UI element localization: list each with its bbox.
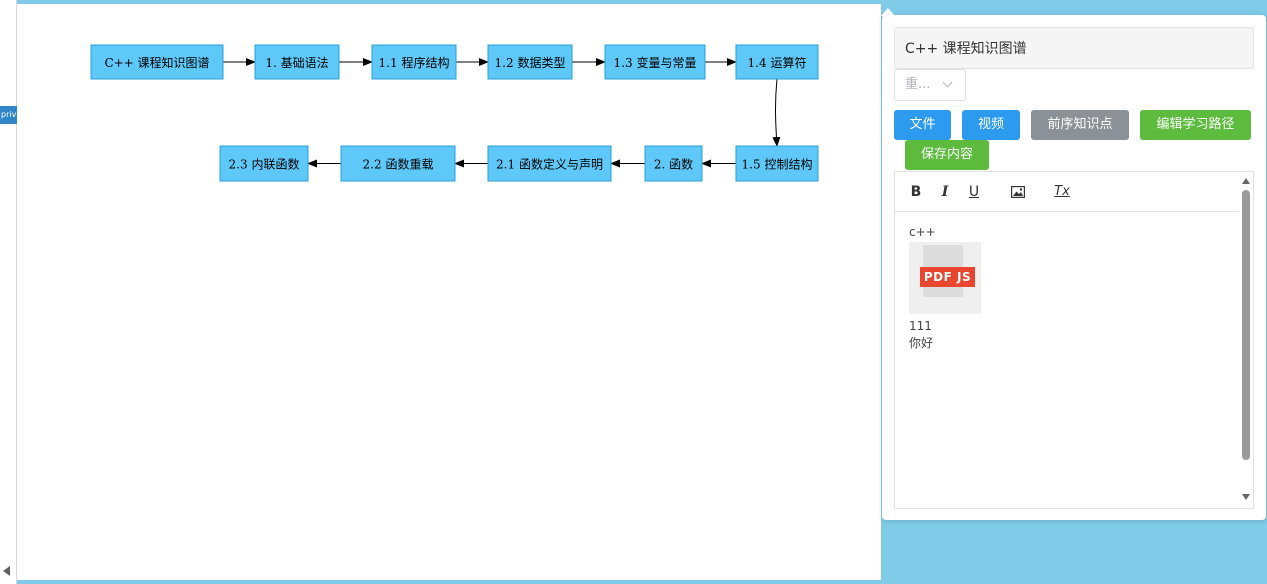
graph-node-root[interactable]: C++ 课程知识图谱 xyxy=(90,44,224,80)
graph-node-label: 2.1 函数定义与声明 xyxy=(496,157,603,172)
graph-edge-n1_4-n1_5 xyxy=(772,78,781,147)
editor-scrollbar[interactable] xyxy=(1239,172,1253,508)
scroll-down-arrow-icon[interactable] xyxy=(1242,494,1250,500)
private-tag[interactable]: private xyxy=(0,106,17,124)
edit-learning-path-button[interactable]: 编辑学习路径 xyxy=(1140,110,1251,140)
graph-node-n2_2[interactable]: 2.2 函数重载 xyxy=(340,145,456,182)
graph-node-label: 1. 基础语法 xyxy=(265,56,328,70)
underline-button[interactable]: U xyxy=(965,183,983,201)
file-button[interactable]: 文件 xyxy=(894,110,951,140)
save-content-button[interactable]: 保存内容 xyxy=(905,140,989,170)
graph-node-n1[interactable]: 1. 基础语法 xyxy=(254,44,340,80)
graph-node-n1_2[interactable]: 1.2 数据类型 xyxy=(487,44,573,80)
level-select-value: 重... xyxy=(905,77,931,92)
graph-node-label: 2. 函数 xyxy=(654,157,693,172)
image-icon[interactable] xyxy=(1009,183,1027,201)
graph-node-label: 2.3 内联函数 xyxy=(229,157,300,172)
pdf-js-logo: PDF JS xyxy=(920,267,975,287)
graph-node-n2_3[interactable]: 2.3 内联函数 xyxy=(219,145,309,182)
graph-node-n1_1[interactable]: 1.1 程序结构 xyxy=(371,44,457,80)
pdf-attachment-thumbnail[interactable]: PDF JS xyxy=(909,242,981,314)
scrollbar-thumb[interactable] xyxy=(1242,190,1250,460)
content-line: c++ xyxy=(909,225,936,239)
prerequisite-button[interactable]: 前序知识点 xyxy=(1031,110,1129,140)
clear-format-icon[interactable]: Tx xyxy=(1053,183,1071,201)
graph-node-label: 1.1 程序结构 xyxy=(379,55,450,70)
level-select[interactable]: 重... xyxy=(894,69,966,101)
graph-node-label: C++ 课程知识图谱 xyxy=(104,55,209,70)
node-detail-panel: 重... 文件 视频 前序知识点 编辑学习路径 保存内容 B I U Tx c+… xyxy=(882,15,1266,520)
rich-text-editor[interactable]: B I U Tx c++ PDF JS 111 你好 xyxy=(894,171,1254,509)
clear-format-label: Tx xyxy=(1054,184,1070,199)
knowledge-graph-svg[interactable]: C++ 课程知识图谱 1. 基础语法 1.1 程序结构 1.2 数据类型 1.3 变量与… xyxy=(17,4,881,580)
scroll-up-arrow-icon[interactable] xyxy=(1242,178,1250,184)
graph-node-label: 1.3 变量与常量 xyxy=(614,55,697,70)
chevron-down-icon xyxy=(942,77,953,88)
graph-node-label: 2.2 函数重载 xyxy=(363,157,434,172)
italic-button[interactable]: I xyxy=(936,183,954,201)
scroll-left-arrow-icon[interactable] xyxy=(3,566,10,576)
content-line: 111 xyxy=(909,319,932,333)
graph-node-n1_5[interactable]: 1.5 控制结构 xyxy=(735,145,819,182)
graph-node-label: 1.5 控制结构 xyxy=(742,157,813,172)
node-title-input[interactable] xyxy=(894,27,1254,69)
graph-node-n1_3[interactable]: 1.3 变量与常量 xyxy=(604,44,706,80)
editor-toolbar: B I U Tx xyxy=(895,172,1241,212)
graph-node-n2[interactable]: 2. 函数 xyxy=(644,145,703,182)
graph-node-n1_4[interactable]: 1.4 运算符 xyxy=(735,44,819,80)
graph-node-n2_1[interactable]: 2.1 函数定义与声明 xyxy=(487,145,612,182)
graph-node-label: 1.4 运算符 xyxy=(748,55,807,70)
left-sidebar-strip: private xyxy=(0,0,17,584)
video-button[interactable]: 视频 xyxy=(962,110,1020,140)
bold-button[interactable]: B xyxy=(907,183,925,201)
graph-node-label: 1.2 数据类型 xyxy=(495,55,566,70)
editor-content[interactable]: c++ PDF JS 111 你好 xyxy=(909,224,1229,352)
knowledge-graph-canvas[interactable]: C++ 课程知识图谱 1. 基础语法 1.1 程序结构 1.2 数据类型 1.3 变量与… xyxy=(17,4,881,580)
content-line: 你好 xyxy=(909,336,934,350)
